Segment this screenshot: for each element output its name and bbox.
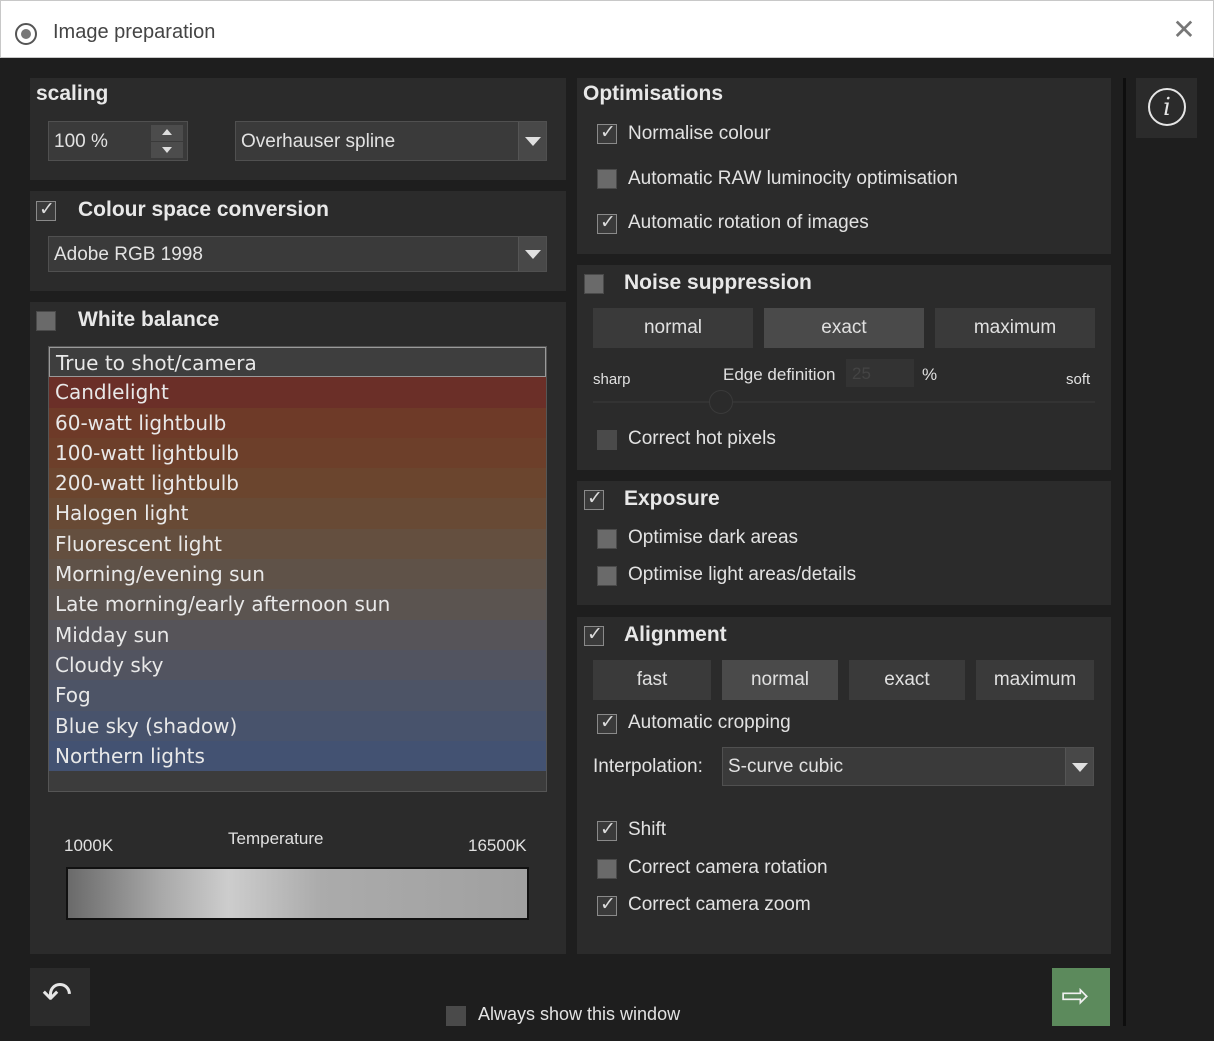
camera-rotation-checkbox[interactable] [597, 859, 617, 879]
interpolation-dropdown[interactable]: S-curve cubic [722, 747, 1094, 786]
normalise-colour-label: Normalise colour [628, 123, 771, 144]
white-balance-item[interactable]: Midday sun [49, 619, 546, 650]
sharp-label: sharp [593, 371, 631, 388]
optimisations-heading: Optimisations [583, 82, 724, 105]
noise-mode-exact[interactable]: exact [764, 308, 924, 348]
alignment-mode-exact[interactable]: exact [849, 660, 965, 700]
noise-mode-normal[interactable]: normal [593, 308, 753, 348]
alignment-checkbox[interactable] [584, 623, 604, 646]
white-balance-item[interactable]: 200-watt lightbulb [49, 468, 546, 499]
noise-checkbox[interactable] [584, 274, 604, 294]
interpolation-value: S-curve cubic [728, 756, 844, 777]
white-balance-checkbox[interactable] [36, 311, 56, 331]
window-title: Image preparation [53, 21, 216, 43]
white-balance-heading: White balance [78, 308, 220, 331]
exposure-checkbox[interactable] [584, 487, 604, 510]
scaling-heading: scaling [36, 82, 109, 105]
shift-checkbox[interactable] [597, 818, 617, 841]
white-balance-item[interactable]: Cloudy sky [49, 649, 546, 681]
raw-luminocity-label: Automatic RAW luminocity optimisation [628, 168, 958, 189]
normalise-colour-checkbox[interactable] [597, 121, 617, 144]
colour-space-checkbox[interactable] [36, 198, 56, 221]
shift-label: Shift [628, 819, 667, 840]
info-icon: i [1148, 88, 1186, 126]
alignment-mode-maximum[interactable]: maximum [976, 660, 1094, 700]
chevron-down-icon [518, 122, 546, 160]
auto-rotation-label: Automatic rotation of images [628, 212, 869, 233]
colour-space-value: Adobe RGB 1998 [54, 244, 203, 265]
white-balance-item[interactable]: True to shot/camera [49, 347, 546, 378]
edge-slider-track[interactable] [593, 401, 1095, 403]
always-show-label: Always show this window [478, 1004, 681, 1024]
exposure-heading: Exposure [624, 487, 720, 510]
white-balance-item[interactable]: Halogen light [49, 498, 546, 529]
edge-definition-label: Edge definition [723, 365, 836, 384]
white-balance-item[interactable]: Late morning/early afternoon sun [49, 589, 546, 620]
dark-areas-checkbox[interactable] [597, 529, 617, 549]
noise-mode-maximum[interactable]: maximum [935, 308, 1095, 348]
camera-zoom-label: Correct camera zoom [628, 894, 811, 915]
white-balance-item[interactable]: 100-watt lightbulb [49, 437, 546, 469]
white-balance-item[interactable]: Fog [49, 680, 546, 711]
stepper-up-icon[interactable] [151, 125, 183, 141]
colour-space-heading: Colour space conversion [78, 198, 329, 221]
white-balance-item[interactable]: Morning/evening sun [49, 559, 546, 590]
always-show-checkbox[interactable] [446, 1006, 466, 1026]
edge-slider-handle[interactable] [709, 390, 733, 414]
colour-space-dropdown[interactable]: Adobe RGB 1998 [48, 236, 547, 272]
dark-areas-label: Optimise dark areas [628, 527, 799, 548]
stepper-down-icon[interactable] [151, 142, 183, 158]
camera-rotation-label: Correct camera rotation [628, 857, 828, 878]
white-balance-list[interactable]: True to shot/camera Candlelight 60-watt li… [48, 346, 547, 792]
interpolation-label: Interpolation: [593, 756, 703, 777]
hot-pixels-label: Correct hot pixels [628, 428, 776, 449]
temperature-label: Temperature [228, 829, 324, 848]
scaling-method-value: Overhauser spline [241, 131, 396, 152]
hot-pixels-checkbox[interactable] [597, 430, 617, 450]
alignment-mode-fast[interactable]: fast [593, 660, 711, 700]
chevron-down-icon [518, 237, 546, 271]
auto-rotation-checkbox[interactable] [597, 211, 617, 234]
auto-cropping-label: Automatic cropping [628, 712, 791, 733]
chevron-down-icon [1065, 748, 1093, 785]
light-areas-label: Optimise light areas/details [628, 564, 857, 585]
auto-cropping-checkbox[interactable] [597, 711, 617, 734]
alignment-heading: Alignment [624, 623, 727, 646]
soft-label: soft [1066, 371, 1091, 388]
info-button[interactable]: i [1136, 78, 1197, 138]
temperature-min-label: 1000K [64, 836, 114, 855]
edge-percent-sign: % [922, 365, 938, 384]
white-balance-item[interactable]: Blue sky (shadow) [49, 710, 546, 741]
temperature-max-label: 16500K [468, 836, 527, 855]
alignment-mode-normal[interactable]: normal [722, 660, 838, 700]
white-balance-item[interactable]: Fluorescent light [49, 528, 546, 560]
title-bar: Image preparation ✕ [0, 0, 1214, 58]
white-balance-item[interactable]: Northern lights [49, 740, 546, 772]
temperature-slider[interactable] [66, 867, 529, 920]
scaling-percent-stepper[interactable]: 100 % [48, 121, 188, 161]
undo-icon: ↶ [42, 975, 73, 1016]
edge-definition-value[interactable]: 25 [846, 359, 914, 387]
white-balance-item[interactable]: Candlelight [49, 377, 546, 408]
camera-zoom-checkbox[interactable] [597, 893, 617, 916]
scaling-method-dropdown[interactable]: Overhauser spline [235, 121, 547, 161]
scaling-percent-value: 100 % [54, 131, 108, 152]
app-icon [15, 23, 37, 45]
raw-luminocity-checkbox[interactable] [597, 169, 617, 189]
undo-button[interactable]: ↶ [30, 968, 90, 1026]
noise-heading: Noise suppression [624, 271, 812, 294]
close-icon[interactable]: ✕ [1169, 15, 1199, 45]
white-balance-item[interactable]: 60-watt lightbulb [49, 407, 546, 438]
side-divider [1123, 78, 1126, 1026]
proceed-button[interactable]: ⇨ [1052, 968, 1110, 1026]
arrow-right-icon: ⇨ [1061, 976, 1090, 1016]
light-areas-checkbox[interactable] [597, 566, 617, 586]
